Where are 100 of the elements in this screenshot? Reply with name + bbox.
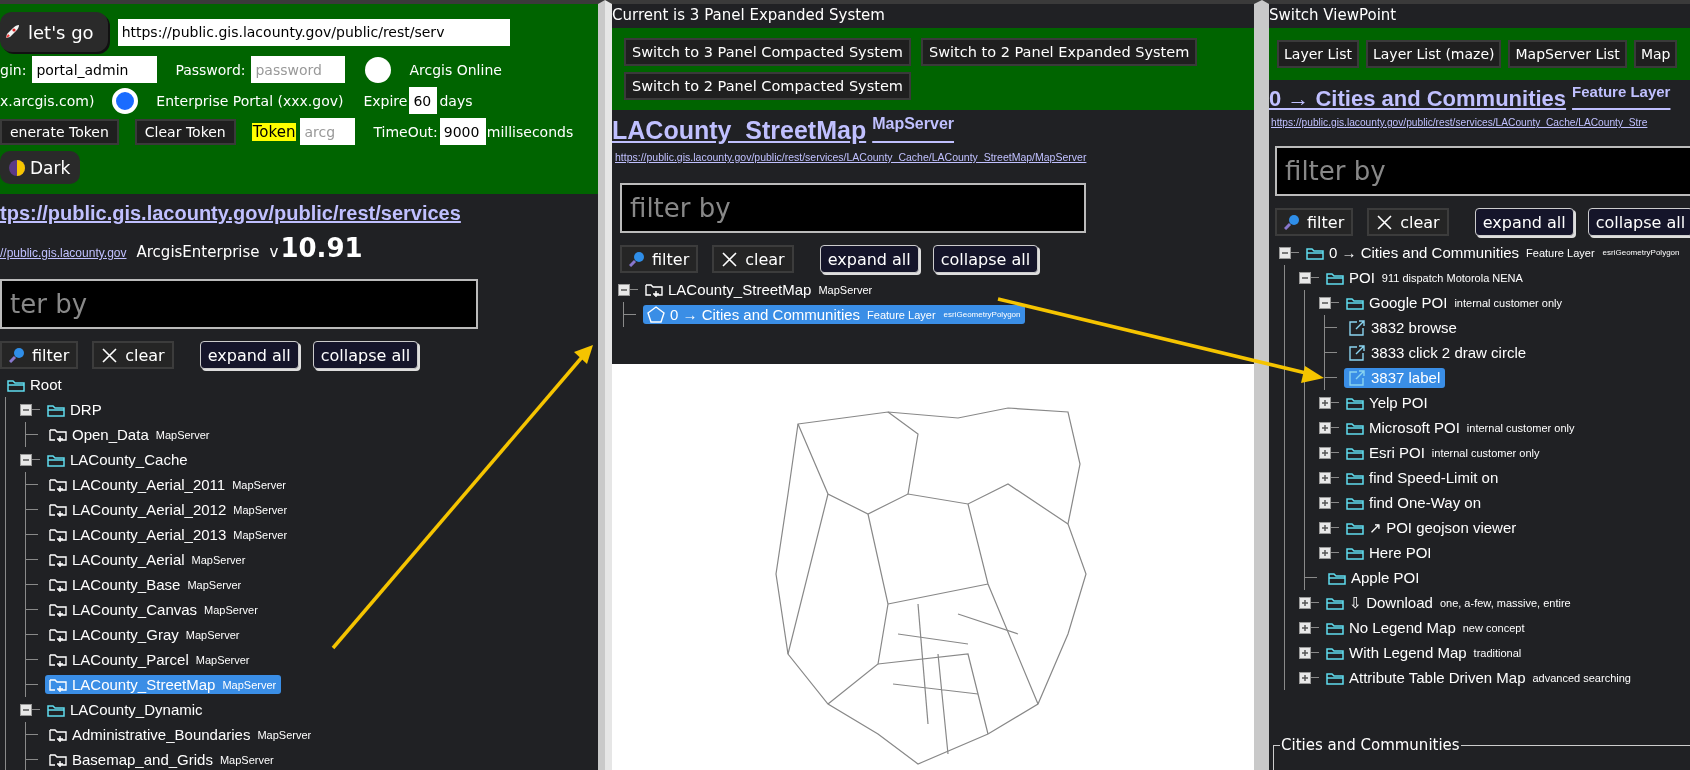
expand-toggle[interactable] xyxy=(1299,671,1311,684)
tree-item[interactable]: DRP xyxy=(43,400,107,419)
view-button[interactable]: Map xyxy=(1633,40,1678,68)
search-icon xyxy=(629,251,645,267)
clear-token-button[interactable]: Clear Token xyxy=(134,118,236,145)
url-field[interactable]: https://public.gis.lacounty.gov/public/rest/serv xyxy=(117,18,510,46)
filter-field[interactable]: filter by xyxy=(620,183,1086,233)
collapse-toggle[interactable] xyxy=(20,703,32,716)
radio-button[interactable] xyxy=(112,87,139,114)
layer-heading-link[interactable]: 0 → Cities and Communities $^{Feature Layer}$ xyxy=(1269,86,1671,112)
filter-field[interactable]: ter by xyxy=(0,279,478,329)
collapse-all-button[interactable]: collapse all xyxy=(932,245,1039,273)
token-field[interactable]: arcg xyxy=(300,118,356,145)
switch-layout-button[interactable]: Switch to 3 Panel Compacted System xyxy=(624,38,911,66)
collapse-toggle[interactable] xyxy=(1279,246,1291,259)
collapse-all-button[interactable]: collapse all xyxy=(1587,208,1690,236)
collapse-all-button[interactable]: collapse all xyxy=(312,341,419,369)
site-link[interactable]: //public.gis.lacounty.gov xyxy=(0,246,127,260)
filter-field[interactable]: filter by xyxy=(1275,146,1690,196)
expand-toggle[interactable] xyxy=(1299,621,1311,634)
tree-item[interactable]: ↗ POI geojson viewer xyxy=(1342,517,1522,538)
expand-toggle[interactable] xyxy=(1319,496,1331,509)
view-button[interactable]: Layer List xyxy=(1277,40,1359,68)
services-link[interactable]: tps://public.gis.lacounty.gov/public/rest/services xyxy=(0,202,598,225)
expire-field[interactable]: 60 xyxy=(409,87,438,114)
layer-url-link[interactable]: https://public.gis.lacounty.gov/public/rest/services/LACounty_Cache/LACounty_Stre xyxy=(1271,117,1690,128)
timeout-label: TimeOut: xyxy=(373,123,438,140)
layer-heading-link[interactable]: LACounty_StreetMap $^{MapServer}$ xyxy=(612,116,954,145)
generate-token-button[interactable]: enerate Token xyxy=(0,118,119,145)
view-button[interactable]: MapServer List xyxy=(1508,40,1627,68)
collapse-toggle[interactable] xyxy=(1299,271,1311,284)
radio-button[interactable] xyxy=(365,56,392,83)
folder-plus-icon xyxy=(645,282,663,297)
theme-toggle[interactable]: Dark xyxy=(0,151,81,184)
folder-icon xyxy=(1346,545,1364,560)
search-icon xyxy=(1284,214,1300,230)
tree-item[interactable]: find Speed-Limit on xyxy=(1342,468,1504,487)
collapse-toggle[interactable] xyxy=(618,283,630,296)
clear-button[interactable]: clear xyxy=(92,341,174,369)
collapse-toggle[interactable] xyxy=(20,453,32,466)
expand-toggle[interactable] xyxy=(1319,446,1331,459)
panel-title: Current is 3 Panel Expanded System xyxy=(612,5,886,26)
folder-icon xyxy=(1326,270,1344,285)
tree-item[interactable]: Esri POI internal customer only xyxy=(1342,443,1545,462)
milliseconds-label: milliseconds xyxy=(486,123,574,140)
expand-all-button[interactable]: expand all xyxy=(819,245,919,273)
filter-button[interactable]: filter xyxy=(0,341,79,369)
radio-label: Arcgis Online xyxy=(409,61,502,78)
filter-button[interactable]: filter xyxy=(1275,208,1354,236)
view-button[interactable]: Layer List (maze) xyxy=(1365,40,1502,68)
tree-item[interactable]: 3833 click 2 draw circle xyxy=(1344,342,1532,363)
switch-layout-button[interactable]: Switch to 2 Panel Expanded System xyxy=(920,38,1198,66)
tree-item[interactable]: Root xyxy=(3,375,67,394)
login-field[interactable]: portal_admin xyxy=(32,56,158,83)
rocket-icon xyxy=(4,24,20,40)
password-field[interactable]: password xyxy=(251,56,346,83)
clear-button[interactable]: clear xyxy=(1367,208,1449,236)
expand-all-button[interactable]: expand all xyxy=(199,341,299,369)
folder-plus-icon xyxy=(49,752,67,767)
collapse-toggle[interactable] xyxy=(20,403,32,416)
folder-plus-icon xyxy=(49,427,67,442)
tree-item[interactable]: POI 911 dispatch Motorola NENA xyxy=(1322,268,1528,287)
expand-toggle[interactable] xyxy=(1319,471,1331,484)
days-label: days xyxy=(439,92,473,109)
tree-item[interactable]: Here POI xyxy=(1342,543,1437,562)
timeout-field[interactable]: 9000 xyxy=(439,118,486,145)
service-url-link[interactable]: https://public.gis.lacounty.gov/public/rest/services/LACounty_Cache/LACounty_StreetMap/MapServer xyxy=(615,151,1254,163)
filter-button[interactable]: filter xyxy=(620,245,699,273)
expand-toggle[interactable] xyxy=(1319,396,1331,409)
folder-icon xyxy=(1326,670,1344,685)
folder-plus-icon xyxy=(49,652,67,667)
collapse-toggle[interactable] xyxy=(1319,296,1331,309)
clear-button[interactable]: clear xyxy=(712,245,794,273)
folder-plus-icon xyxy=(49,502,67,517)
expand-toggle[interactable] xyxy=(1299,596,1311,609)
folder-icon xyxy=(47,702,65,717)
tree-item[interactable]: Yelp POI xyxy=(1342,393,1433,412)
tree-item[interactable]: ⇩ Download one, a-few, massive, entire xyxy=(1322,592,1576,613)
token-label: Token xyxy=(251,122,297,141)
close-icon xyxy=(721,250,739,268)
switch-layout-button[interactable]: Switch to 2 Panel Compacted System xyxy=(624,72,911,100)
expand-toggle[interactable] xyxy=(1319,521,1331,534)
tree-item[interactable]: Apple POI xyxy=(1324,568,1425,587)
tree-item[interactable]: find One-Way on xyxy=(1342,493,1486,512)
expand-toggle[interactable] xyxy=(1319,546,1331,559)
expand-all-button[interactable]: expand all xyxy=(1474,208,1574,236)
tree-item[interactable]: Microsoft POI internal customer only xyxy=(1342,418,1580,437)
lets-go-button[interactable]: let's go xyxy=(0,12,108,52)
tree-item[interactable]: LACounty_Dynamic xyxy=(43,700,208,719)
tree-item[interactable]: 3832 browse xyxy=(1344,317,1462,338)
expand-toggle[interactable] xyxy=(1299,646,1311,659)
tree-item[interactable]: Google POI internal customer only xyxy=(1342,293,1567,312)
folder-icon xyxy=(1346,520,1364,535)
external-link-icon xyxy=(1348,368,1366,387)
folder-plus-icon xyxy=(49,477,67,492)
moon-icon xyxy=(8,158,26,177)
external-link-icon xyxy=(1348,318,1366,337)
tree-item[interactable]: LACounty_Cache xyxy=(43,450,193,469)
radio-label: Enterprise Portal (xxx.gov) xyxy=(156,92,344,109)
expand-toggle[interactable] xyxy=(1319,421,1331,434)
